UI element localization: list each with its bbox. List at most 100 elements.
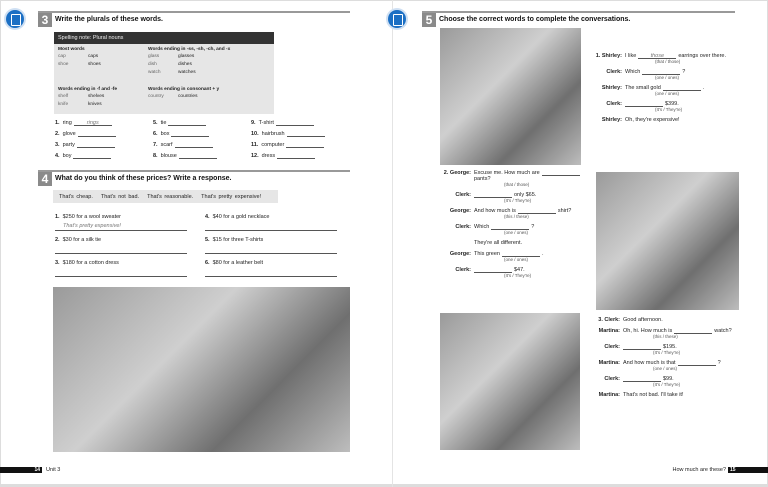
singular: glass bbox=[148, 54, 160, 59]
conversation-line: Clerk: only $65. (It's / They're) bbox=[437, 192, 592, 207]
item-number: 7. bbox=[153, 142, 158, 148]
plural: caps bbox=[88, 54, 99, 59]
answer-blank[interactable] bbox=[73, 153, 112, 159]
line-text: . bbox=[702, 85, 705, 91]
singular: cap bbox=[58, 54, 66, 59]
plural-item: 2. glove bbox=[55, 131, 116, 137]
item-word: computer bbox=[261, 142, 285, 148]
notes-app-icon[interactable] bbox=[388, 10, 406, 28]
conversation-line: 2. George: Excuse me. How much arepants?(… bbox=[437, 170, 592, 191]
spelling-note-title: Spelling note: Plural nouns bbox=[54, 32, 274, 44]
answer-blank[interactable] bbox=[77, 131, 116, 137]
phrase-box: That's cheap. That's not bad. That's reaso… bbox=[53, 190, 278, 203]
item-text: $180 for a cotton dress bbox=[62, 260, 119, 266]
price-item: 2. $30 for a silk tie bbox=[55, 237, 187, 254]
plural-item: 1. ring rings bbox=[55, 120, 112, 126]
response-line[interactable] bbox=[55, 269, 187, 277]
line-text: pants? bbox=[474, 176, 491, 182]
line-text: Which bbox=[474, 224, 490, 230]
word-pair: dish dishes bbox=[148, 62, 278, 70]
footer-label: How much are these? bbox=[672, 467, 727, 473]
item-number: 4. bbox=[55, 153, 60, 159]
conversation-line: They're all different. bbox=[437, 240, 592, 246]
price-item: 5. $15 for three T-shirts bbox=[205, 237, 337, 254]
answer-blank[interactable] bbox=[541, 170, 580, 176]
line-text: I like bbox=[625, 53, 637, 59]
conversation-line: Clerk: Which? (one / ones) bbox=[437, 224, 592, 239]
speaker: 1. Shirley: bbox=[595, 53, 622, 59]
answer-blank[interactable] bbox=[286, 131, 325, 137]
answer-blank[interactable] bbox=[275, 120, 314, 126]
response-line[interactable]: That's pretty expensive! bbox=[55, 223, 187, 231]
section-divider bbox=[422, 11, 735, 13]
answer-blank[interactable] bbox=[178, 153, 217, 159]
item-word: boy bbox=[62, 153, 72, 159]
price-item: 4. $40 for a gold necklace bbox=[205, 214, 337, 231]
line-text: . bbox=[542, 251, 544, 257]
speaker: 2. George: bbox=[443, 170, 471, 176]
item-number: 11. bbox=[251, 142, 259, 148]
speaker: Clerk: bbox=[455, 224, 471, 230]
plural: countries bbox=[178, 94, 198, 99]
response-line[interactable] bbox=[205, 223, 337, 231]
item-word: glove bbox=[62, 131, 76, 137]
response-line[interactable] bbox=[205, 269, 337, 277]
speaker: George: bbox=[449, 251, 471, 257]
line-text: This green bbox=[474, 251, 500, 257]
conversation-line: George: This green. (one / ones) bbox=[437, 251, 592, 266]
phrase-option: That's cheap. bbox=[59, 194, 93, 200]
answer-blank[interactable] bbox=[674, 328, 713, 334]
singular: country bbox=[148, 94, 164, 99]
section-number: 4 bbox=[38, 172, 52, 186]
notes-app-icon[interactable] bbox=[6, 10, 24, 28]
item-text: $30 for a silk tie bbox=[62, 237, 102, 243]
speaker: Clerk: bbox=[606, 101, 622, 107]
answer-blank[interactable] bbox=[677, 360, 716, 366]
group-heading: Words ending in consonant + y bbox=[148, 87, 220, 92]
answer-blank[interactable] bbox=[171, 131, 210, 137]
speaker: Martina: bbox=[598, 328, 620, 334]
speaker: Clerk: bbox=[606, 69, 622, 75]
spelling-group: Words ending in -ss, -sh, -ch, and -x gla… bbox=[148, 47, 278, 78]
answer-blank[interactable]: rings bbox=[73, 120, 112, 126]
answer-blank[interactable] bbox=[286, 142, 325, 148]
line-text: ? bbox=[531, 224, 535, 230]
response-line[interactable] bbox=[55, 246, 187, 254]
plural: shoes bbox=[88, 62, 101, 67]
answer-blank[interactable] bbox=[76, 142, 115, 148]
line-text: Which bbox=[625, 69, 641, 75]
photo-clothing-store bbox=[596, 172, 739, 310]
speaker: Clerk: bbox=[604, 376, 620, 382]
item-number: 4. bbox=[205, 214, 210, 220]
item-number: 2. bbox=[55, 237, 60, 243]
word-pair: glass glasses bbox=[148, 54, 278, 62]
singular: knife bbox=[58, 102, 69, 107]
speaker: Clerk: bbox=[604, 344, 620, 350]
conversation-line: Martina: And how much is that? (one / ones… bbox=[586, 360, 741, 375]
phrase-option: That's reasonable. bbox=[147, 194, 194, 200]
section-divider bbox=[38, 170, 350, 172]
conversation-line: 3. Clerk: Good afternoon. bbox=[586, 317, 741, 323]
item-number: 6. bbox=[205, 260, 210, 266]
item-number: 1. bbox=[55, 120, 60, 126]
choice-hint: (It's / They're) bbox=[504, 198, 532, 203]
section-title: What do you think of these prices? Write… bbox=[55, 175, 232, 182]
singular: dish bbox=[148, 62, 157, 67]
item-word: party bbox=[62, 142, 75, 148]
line-text: ? bbox=[717, 360, 721, 366]
answer-blank[interactable] bbox=[168, 120, 207, 126]
plural: dishes bbox=[178, 62, 192, 67]
item-word: hairbrush bbox=[261, 131, 285, 137]
line-text: ? bbox=[682, 69, 686, 75]
answer-blank[interactable] bbox=[277, 153, 316, 159]
price-item: 3. $180 for a cotton dress bbox=[55, 260, 187, 277]
choice-hint: (one / ones) bbox=[504, 257, 529, 262]
item-number: 9. bbox=[251, 120, 256, 126]
answer-blank[interactable] bbox=[174, 142, 213, 148]
plural: shelves bbox=[88, 94, 105, 99]
speaker: 3. Clerk: bbox=[598, 317, 620, 323]
response-line[interactable] bbox=[205, 246, 337, 254]
conversation-line: Clerk: Which? (one / ones) bbox=[588, 69, 738, 84]
line-text: They're all different. bbox=[474, 240, 523, 246]
plural-item: 8. blouse bbox=[153, 153, 217, 159]
